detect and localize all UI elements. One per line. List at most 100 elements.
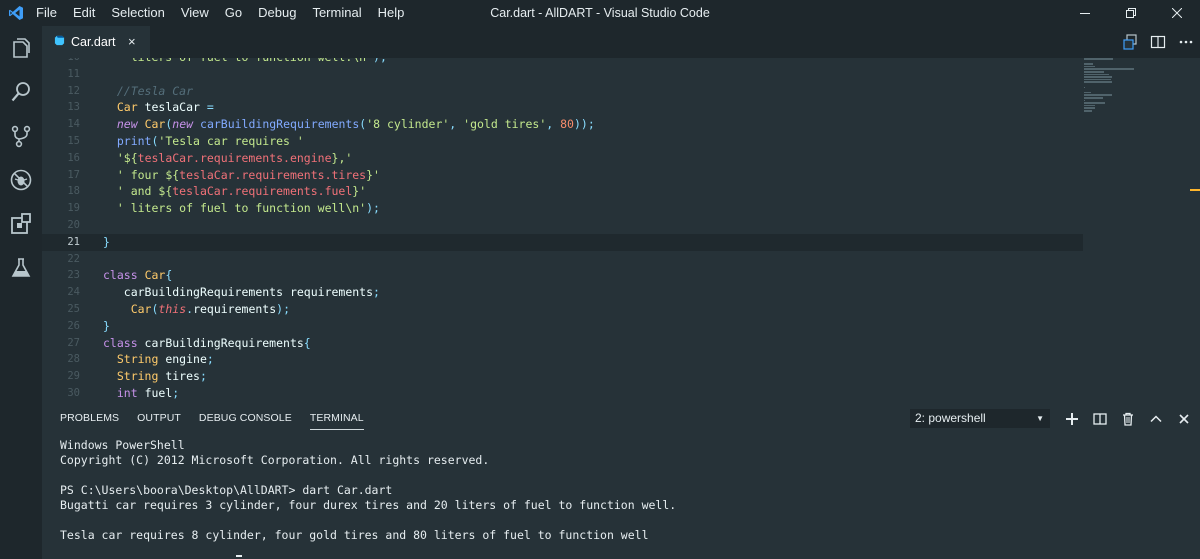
code-line[interactable]: 26} [42,318,1083,335]
menu-item-help[interactable]: Help [370,0,413,26]
code-token: carBuildingRequirements [200,117,360,132]
minimap-line [1084,97,1103,99]
line-number: 24 [67,286,80,299]
add-terminal-icon[interactable] [1058,408,1086,430]
code-line[interactable]: 14 new Car(new carBuildingRequirements('… [42,116,1083,133]
trash-icon[interactable] [1114,408,1142,430]
code-text: ' and ${teslaCar.requirements.fuel}' [103,183,366,200]
code-line[interactable]: 13 Car teslaCar = [42,99,1083,116]
search-icon[interactable] [0,70,42,114]
more-actions-icon[interactable] [1172,26,1200,58]
menu-item-go[interactable]: Go [217,0,250,26]
code-token: //Tesla Car [116,83,194,98]
code-text: Car teslaCar = [103,99,214,116]
code-line[interactable]: 20 [42,217,1083,234]
tab-terminal[interactable]: TERMINAL [309,400,364,436]
code-line[interactable]: 24 carBuildingRequirements requirements; [42,284,1083,301]
extensions-icon[interactable] [0,202,42,246]
code-line[interactable]: 16 '${teslaCar.requirements.engine},' [42,150,1083,167]
line-number: 17 [67,168,80,181]
code-line[interactable]: 28 String engine; [42,351,1083,368]
close-panel-icon[interactable] [1170,408,1198,430]
source-control-icon[interactable] [0,114,42,158]
test-flask-icon[interactable] [0,246,42,290]
split-terminal-icon[interactable] [1086,408,1114,430]
overview-ruler-marker [1190,189,1200,191]
line-number: 11 [67,67,80,80]
code-token: '8 cylinder' [366,117,450,132]
code-text: } [103,318,110,335]
code-line[interactable]: 25 Car(this.requirements); [42,301,1083,318]
code-token: }' [352,184,367,199]
code-editor[interactable]: 10 liters of fuel to function well.\n');… [42,58,1200,400]
code-token: Car [130,302,152,316]
code-token: ; [373,285,380,300]
code-line[interactable]: 29 String tires; [42,368,1083,385]
tab-car-dart[interactable]: Car.dart × [42,26,150,58]
tab-output[interactable]: OUTPUT [137,400,181,436]
close-icon[interactable] [1154,0,1200,26]
explorer-icon[interactable] [0,26,42,70]
tab-close-icon[interactable]: × [128,26,136,58]
restore-icon[interactable] [1108,0,1154,26]
code-line[interactable]: 22 [42,251,1083,268]
line-number: 19 [67,202,80,215]
code-text: carBuildingRequirements requirements; [103,284,380,301]
code-text: ' liters of fuel to function well\n'); [103,200,380,217]
open-changes-icon[interactable] [1116,26,1144,58]
menu-item-selection[interactable]: Selection [103,0,172,26]
minimap-line [1084,107,1095,109]
code-line[interactable]: 18 ' and ${teslaCar.requirements.fuel}' [42,183,1083,200]
split-editor-icon[interactable] [1144,26,1172,58]
shell-select-value: 2: powershell [915,411,986,425]
menu-item-debug[interactable]: Debug [250,0,304,26]
code-line[interactable]: 30 int fuel; [42,385,1083,400]
code-token: ' four ${ [116,167,180,182]
minimize-icon[interactable] [1062,0,1108,26]
tab-debug-console[interactable]: DEBUG CONSOLE [199,400,292,436]
menu-item-file[interactable]: File [32,0,65,26]
line-number: 23 [67,269,80,282]
line-number: 12 [67,84,80,97]
code-token: String [116,352,159,367]
code-line[interactable]: 17 ' four ${teslaCar.requirements.tires}… [42,167,1083,184]
code-token: String [116,369,159,384]
code-token: class [103,268,138,283]
code-line[interactable]: 11 [42,66,1083,83]
tab-problems[interactable]: PROBLEMS [60,400,119,436]
code-token: ' and ${ [116,184,173,199]
minimap-line [1084,110,1092,112]
minimap[interactable] [1082,58,1152,138]
code-line[interactable]: 10 liters of fuel to function well.\n'); [42,58,1083,66]
minimap-line [1084,78,1111,81]
menu-item-terminal[interactable]: Terminal [304,0,369,26]
code-line[interactable]: 19 ' liters of fuel to function well\n')… [42,200,1083,217]
terminal-shell-select[interactable]: 2: powershell ▼ [910,409,1050,428]
code-token: '${ [116,150,138,165]
code-token: }' [366,167,380,182]
code-line[interactable]: 23 class Car{ [42,267,1083,284]
minimap-line [1084,86,1085,89]
menu-item-view[interactable]: View [173,0,217,26]
menu-item-edit[interactable]: Edit [65,0,103,26]
code-line[interactable]: 27 class carBuildingRequirements{ [42,335,1083,352]
code-token: = [206,100,214,115]
debug-icon[interactable] [0,158,42,202]
maximize-panel-icon[interactable] [1142,408,1170,430]
code-line[interactable]: 21} [42,233,1083,251]
code-line[interactable]: 12 //Tesla Car [42,83,1083,100]
code-token: liters of fuel to function well.\n' [103,58,373,64]
window-controls [1062,0,1200,26]
code-line[interactable]: 15 print('Tesla car requires ' [42,133,1083,150]
activity-bar [0,26,42,559]
code-token: ); [276,302,291,316]
minimap-line [1084,58,1113,60]
bottom-panel: PROBLEMS OUTPUT DEBUG CONSOLE TERMINAL 2: p… [42,400,1200,559]
